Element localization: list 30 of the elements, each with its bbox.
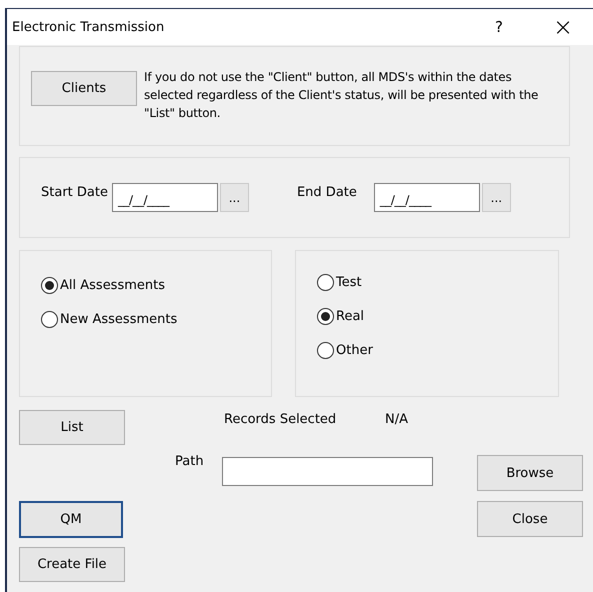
assessment-radio[interactable]: New Assessments: [41, 302, 271, 336]
radio-label: Real: [336, 308, 364, 324]
path-field[interactable]: [222, 457, 433, 486]
radio-label: Test: [336, 274, 362, 290]
window-title: Electronic Transmission: [12, 20, 166, 34]
date-picker-button[interactable]: ...: [482, 183, 511, 212]
clients-note: If you do not use the "Client" button, all MDS's within the dates selected regardless of the Client's status, will be presented with the "List" button.: [144, 69, 540, 122]
radio-label: All Assessments: [60, 278, 166, 292]
date-field[interactable]: __/__/____: [374, 183, 480, 212]
radio-label: Other: [336, 342, 373, 358]
clients-button[interactable]: Clients: [31, 71, 137, 106]
browse-button[interactable]: Browse: [477, 455, 583, 491]
help-button[interactable]: ?: [479, 18, 519, 36]
path-label: Path: [175, 454, 205, 469]
mode-radio[interactable]: Test: [317, 265, 558, 299]
date-picker-button[interactable]: ...: [220, 183, 249, 212]
date-field[interactable]: __/__/____: [112, 183, 218, 212]
close-button[interactable]: ×: [543, 13, 583, 41]
close-dialog-button[interactable]: Close: [477, 501, 583, 537]
records-selected-value: N/A: [385, 412, 409, 427]
records-selected-label: Records Selected: [224, 412, 338, 427]
date-label: Start Date: [41, 185, 108, 200]
list-button[interactable]: List: [19, 410, 125, 445]
radio-label: New Assessments: [60, 312, 178, 326]
create-file-button[interactable]: Create File: [19, 547, 125, 582]
mode-radio[interactable]: Other: [317, 333, 558, 367]
mode-radio[interactable]: Real: [317, 299, 558, 333]
qm-button[interactable]: QM: [19, 501, 123, 538]
assessment-radio[interactable]: All Assessments: [41, 268, 271, 302]
date-label: End Date: [296, 185, 357, 200]
